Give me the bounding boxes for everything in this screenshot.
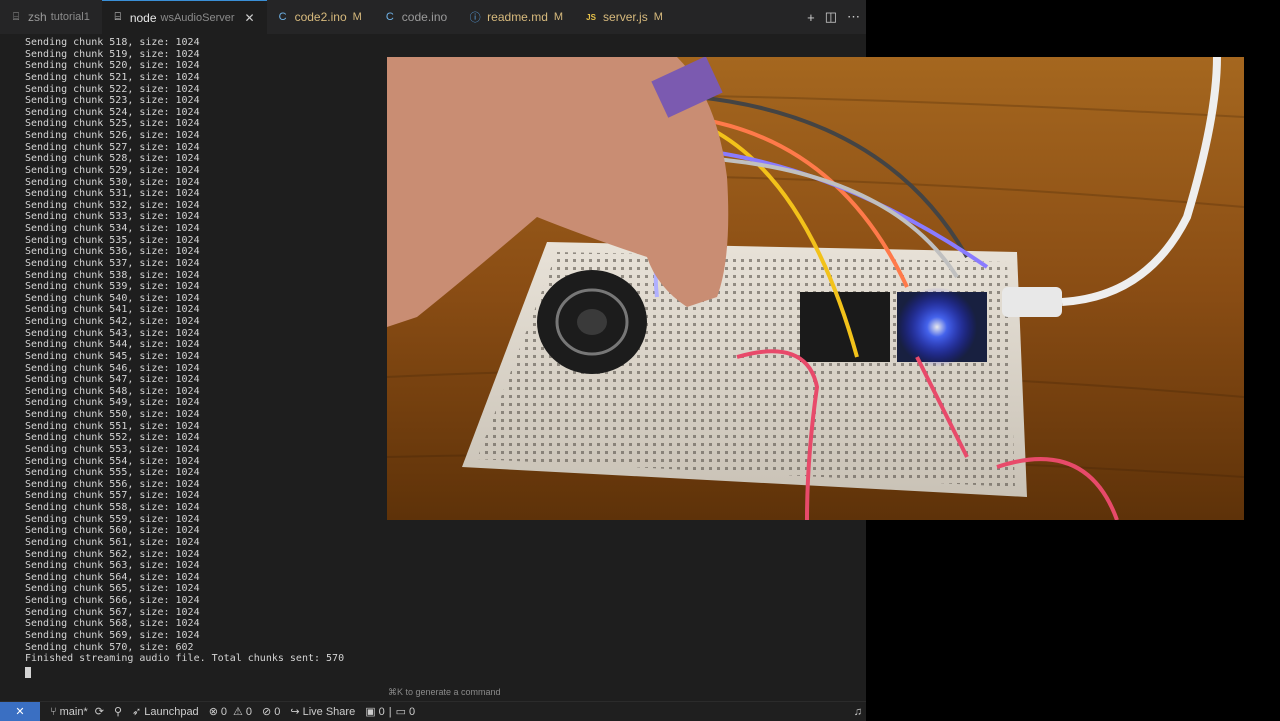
git-graph-icon: ⚲ <box>113 706 123 718</box>
terminal-line: Sending chunk 560, size: 1024 <box>25 525 200 537</box>
ports-icon: ⊘ <box>262 706 272 718</box>
tab-label: code2.ino <box>294 10 347 24</box>
status-right: ♫ <box>854 702 866 721</box>
tab-1[interactable]: ⌸ node wsAudioServer ✕ <box>101 0 267 34</box>
add-terminal-icon[interactable]: + <box>807 10 815 25</box>
launchpad-label: Launchpad <box>144 705 199 718</box>
live-share-status[interactable]: ↪ Live Share <box>290 705 356 719</box>
tab-label: code.ino <box>401 10 448 24</box>
error-count: 0 <box>220 705 228 718</box>
terminal-line: Sending chunk 568, size: 1024 <box>25 618 200 630</box>
info-icon: ⓘ <box>469 12 481 24</box>
tab-3[interactable]: Ccode.ino <box>374 0 459 34</box>
modified-badge: M <box>553 11 564 23</box>
esp32-module <box>800 292 890 362</box>
tab-sublabel: tutorial1 <box>50 11 90 23</box>
divider: | <box>388 705 392 718</box>
tab-label: zsh <box>28 10 47 24</box>
remote-indicator[interactable]: ✕ <box>0 702 40 721</box>
sync-icon: ⟳ <box>94 706 104 718</box>
speaker-cone <box>577 309 607 335</box>
remote-icon: ✕ <box>15 706 25 718</box>
terminal-line: Finished streaming audio file. Total chu… <box>25 653 345 665</box>
tab-actions: + ◫ ⋯ <box>807 0 866 34</box>
warning-count: 0 <box>245 705 253 718</box>
close-icon[interactable]: ✕ <box>245 11 255 25</box>
branch-label: main* <box>59 705 88 718</box>
split-editor-icon[interactable]: ◫ <box>825 9 837 25</box>
tab-4[interactable]: ⓘ readme.md M <box>459 0 575 34</box>
terminal-line: Sending chunk 564, size: 1024 <box>25 571 200 583</box>
tab-5[interactable]: JS server.js M <box>575 0 675 34</box>
branch-status[interactable]: ⑂ main* ⟳ <box>50 705 104 719</box>
terminal-icon: ⌸ <box>12 10 20 23</box>
terminal-cursor <box>25 667 31 678</box>
tab-label: server.js <box>603 10 648 24</box>
folder-icon: ▭ <box>395 706 406 718</box>
terminal-line: Sending chunk 567, size: 1024 <box>25 606 200 618</box>
tab-sublabel: wsAudioServer <box>160 11 235 24</box>
usb-plug <box>1002 287 1062 317</box>
terminal-line: Sending chunk 570, size: 602 <box>25 641 194 653</box>
modified-badge: M <box>352 11 362 23</box>
modified-badge: M <box>653 11 663 23</box>
ports-count: 0 <box>274 705 281 718</box>
terminal-line: Sending chunk 518, size: 1024 <box>25 37 200 48</box>
live-share-label: Live Share <box>302 705 356 718</box>
tab-label: readme.md <box>487 10 548 24</box>
c-file-icon: C <box>385 11 394 23</box>
breadboard-photo <box>387 57 1244 520</box>
camera-overlay-photo <box>387 57 1244 520</box>
blue-led-glow <box>897 287 977 367</box>
tab-2[interactable]: Ccode2.ino M <box>267 0 374 34</box>
counter-status[interactable]: ▣ 0 | ▭ 0 <box>365 705 416 719</box>
panel-icon: ▣ <box>365 706 376 718</box>
terminal-line: Sending chunk 566, size: 1024 <box>25 595 200 606</box>
counter-b: 0 <box>408 705 416 718</box>
rocket-icon: ➶ <box>132 706 142 718</box>
tab-bar: ⌸ zsh tutorial1 ⌸ node wsAudioServer ✕ Ccode2.i… <box>0 0 866 34</box>
terminal-icon: ⌸ <box>114 11 122 23</box>
terminal-line: Sending chunk 563, size: 1024 <box>25 560 200 572</box>
tab-label: node <box>129 10 157 25</box>
source-control-status[interactable]: ⚲ <box>114 705 122 718</box>
branch-icon: ⑂ <box>50 705 57 718</box>
problems-status[interactable]: ⊗ 0 ⚠ 0 <box>208 705 253 719</box>
terminal-line: Sending chunk 565, size: 1024 <box>25 583 200 595</box>
more-actions-icon[interactable]: ⋯ <box>847 9 860 25</box>
terminal-line: Sending chunk 569, size: 1024 <box>25 629 200 641</box>
terminal-line: Sending chunk 561, size: 1024 <box>25 536 200 548</box>
c-file-icon: C <box>278 11 287 23</box>
warning-icon: ⚠ <box>233 706 243 718</box>
counter-a: 0 <box>378 705 385 718</box>
tab-0[interactable]: ⌸ zsh tutorial1 <box>0 0 102 34</box>
notifications-icon[interactable]: ♫ <box>854 706 862 718</box>
launchpad-status[interactable]: ➶ Launchpad <box>132 705 199 719</box>
ports-status[interactable]: ⊘ 0 <box>262 705 281 719</box>
error-icon: ⊗ <box>208 706 218 718</box>
terminal-line: Sending chunk 562, size: 1024 <box>25 548 200 560</box>
command-hint: ⌘K to generate a command <box>388 687 501 697</box>
live-share-icon: ↪ <box>290 706 300 718</box>
status-bar: ✕ ⑂ main* ⟳ ⚲ ➶ Launchpad ⊗ 0 ⚠ 0 ⊘ 0 ↪ … <box>0 701 866 721</box>
js-file-icon: JS <box>586 12 596 22</box>
